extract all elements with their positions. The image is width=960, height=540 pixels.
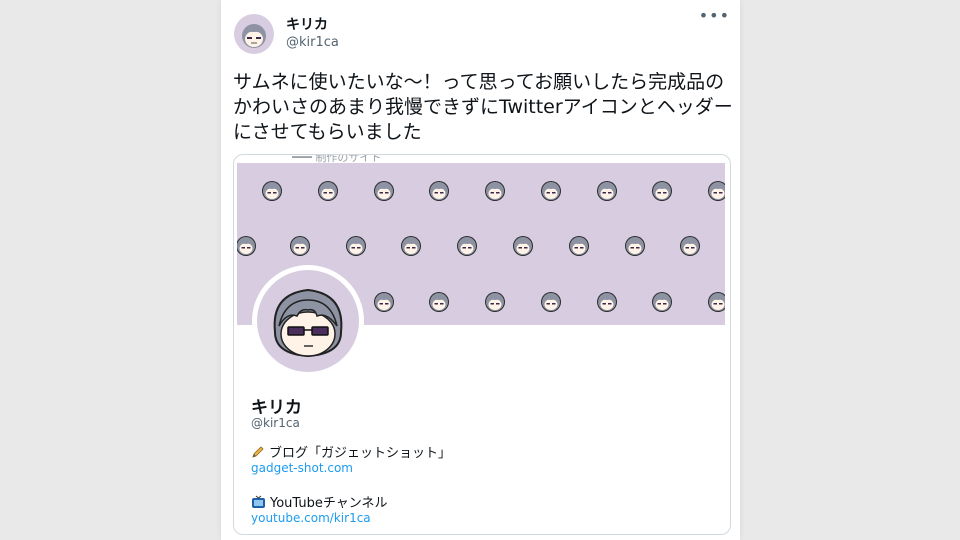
bio-blog-text: ブログ「ガジェットショット」 <box>269 446 452 461</box>
profile-display-name: キリカ <box>251 398 302 418</box>
more-options-icon[interactable]: ••• <box>699 8 730 24</box>
bio-link-youtube[interactable]: youtube.com/kir1ca <box>251 511 371 525</box>
author-avatar[interactable] <box>234 14 274 54</box>
chibi-character-avatar-icon <box>242 24 266 48</box>
bio-line-youtube: YouTubeチャンネル <box>251 492 387 513</box>
profile-handle: @kir1ca <box>251 416 300 430</box>
bio-youtube-text: YouTubeチャンネル <box>270 496 388 511</box>
bio-line-blog: ブログ「ガジェットショット」 <box>251 442 451 463</box>
author-handle[interactable]: @kir1ca <box>286 35 339 50</box>
tweet-text: サムネに使いたいな〜！って思ってお願いしたら完成品のかわいさのあまり我慢できずに… <box>233 71 733 143</box>
tweet-image-card[interactable]: ━━━ 制作のサイト キリカ @kir1ca ブログ「ガジェットショット」 ga… <box>233 154 731 535</box>
profile-avatar[interactable] <box>252 265 364 377</box>
profile-screenshot: ━━━ 制作のサイト キリカ @kir1ca ブログ「ガジェットショット」 ga… <box>237 155 727 534</box>
chibi-character-avatar-large-icon <box>273 288 343 358</box>
author-display-name[interactable]: キリカ <box>286 14 328 34</box>
bio-link-blog[interactable]: gadget-shot.com <box>251 461 353 475</box>
tweet-container: キリカ @kir1ca ••• サムネに使いたいな〜！って思ってお願いしたら完成… <box>221 0 740 540</box>
